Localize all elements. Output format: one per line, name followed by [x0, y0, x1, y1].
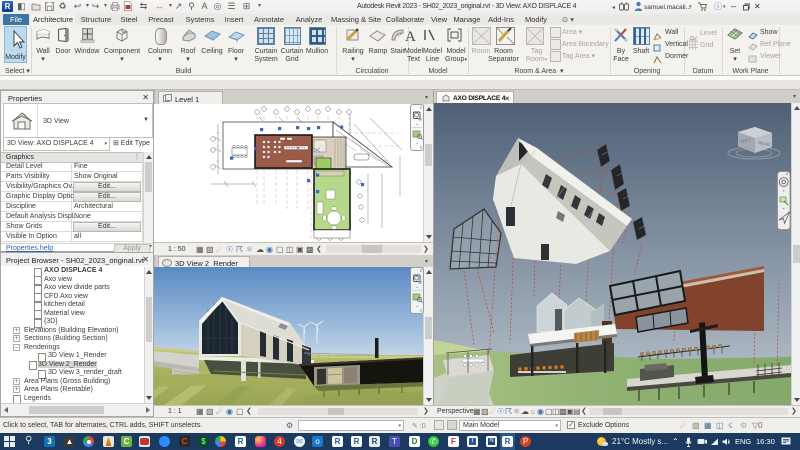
svg-text:A: A	[405, 29, 416, 42]
